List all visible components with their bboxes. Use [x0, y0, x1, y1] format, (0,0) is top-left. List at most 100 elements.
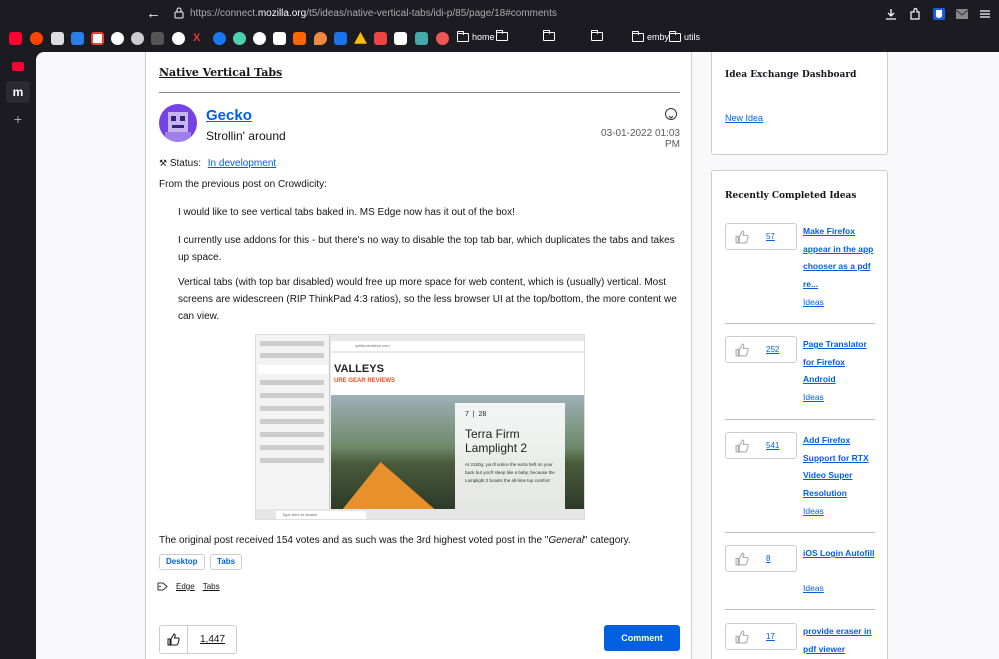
tag-row: Edge Tabs: [157, 582, 220, 591]
bookmark-icon[interactable]: [253, 32, 266, 45]
hammer-icon: ⚒: [159, 158, 168, 168]
idea-category[interactable]: Ideas: [803, 392, 824, 402]
bookmark-folder[interactable]: home: [457, 30, 495, 42]
bookmark-folder[interactable]: [591, 30, 606, 41]
extensions-icon[interactable]: [908, 7, 922, 21]
bookmark-folder[interactable]: [543, 30, 558, 41]
folder-icon: [457, 30, 469, 42]
label-chip[interactable]: Tabs: [210, 554, 243, 570]
idea-post: Native Vertical Tabs Gecko Strollin' aro…: [145, 52, 692, 659]
tag-icon: [157, 582, 168, 591]
download-icon[interactable]: [884, 7, 898, 21]
post-outro: The original post received 154 votes and…: [159, 535, 631, 546]
idea-link[interactable]: iOS Login Autofill: [803, 545, 878, 563]
kudos-count[interactable]: 252: [766, 345, 796, 354]
thumbs-up-icon: [735, 343, 749, 357]
mail-icon[interactable]: [955, 7, 969, 21]
bookmark-icon[interactable]: [314, 32, 327, 45]
bookmark-icon[interactable]: [415, 32, 428, 45]
kudos-button[interactable]: 8: [725, 545, 797, 572]
bookmark-folder[interactable]: [496, 30, 511, 41]
bookmarks-toolbar: X home emby utils: [0, 29, 999, 49]
kudos-count[interactable]: 8: [766, 554, 796, 563]
screenshot-header: VALLEYS URE GEAR REVIEWS: [331, 353, 584, 395]
kudos-count[interactable]: 57: [766, 232, 796, 241]
add-panel-icon[interactable]: +: [6, 108, 30, 130]
apple-icon[interactable]: [131, 32, 144, 45]
idea-link[interactable]: Make Firefox appear in the app chooser a…: [803, 223, 878, 293]
dashboard-title: Idea Exchange Dashboard: [725, 70, 857, 80]
kudos-button[interactable]: 252: [725, 336, 797, 363]
thumbs-up-icon: [735, 439, 749, 453]
embedded-screenshot[interactable]: splitandvalleys.com VALLEYS URE GEAR REV…: [255, 334, 585, 520]
kudos-count[interactable]: 17: [766, 632, 796, 641]
bookmark-icon[interactable]: [233, 32, 246, 45]
bookmark-icon[interactable]: [172, 32, 185, 45]
idea-category[interactable]: Ideas: [803, 297, 824, 307]
new-idea-link[interactable]: New Idea: [725, 113, 763, 123]
idea-link[interactable]: provide eraser in pdf viewer: [803, 623, 878, 658]
bookmark-icon[interactable]: [394, 32, 407, 45]
bookmark-icon[interactable]: [51, 32, 64, 45]
avatar[interactable]: [159, 104, 197, 142]
lock-icon: [174, 7, 184, 19]
idea-link[interactable]: Page Translator for Firefox Android: [803, 336, 878, 389]
comment-button[interactable]: Comment: [604, 625, 680, 651]
bookmark-icon[interactable]: [374, 32, 387, 45]
thumbs-up-icon: [735, 552, 749, 566]
kudos-count[interactable]: 1,447: [200, 634, 225, 645]
youtube-icon[interactable]: [6, 55, 30, 77]
x-icon[interactable]: X: [193, 32, 206, 45]
kudos-box: 1,447: [159, 625, 237, 654]
kudos-count[interactable]: 541: [766, 441, 796, 450]
bookmark-icon[interactable]: [151, 32, 164, 45]
menu-icon[interactable]: [978, 7, 992, 21]
quote-paragraph: Vertical tabs (with top bar disabled) wo…: [178, 277, 677, 322]
bookmark-icon[interactable]: [273, 32, 286, 45]
kudos-button[interactable]: 17: [725, 623, 797, 650]
folder-icon: [591, 30, 603, 41]
mozilla-icon[interactable]: m: [6, 81, 30, 103]
github-icon[interactable]: [111, 32, 124, 45]
kudos-button[interactable]: 57: [725, 223, 797, 250]
completed-title: Recently Completed Ideas: [725, 191, 857, 201]
tag-link[interactable]: Tabs: [203, 582, 220, 591]
completed-ideas-card: Recently Completed Ideas 57 Make Firefox…: [711, 170, 888, 659]
gmail-icon[interactable]: [91, 32, 104, 45]
idea-category[interactable]: Ideas: [803, 583, 824, 593]
bookmark-icon[interactable]: [293, 32, 306, 45]
back-arrow-icon[interactable]: ←: [146, 6, 162, 22]
reddit-icon[interactable]: [30, 32, 43, 45]
folder-icon: [496, 30, 508, 41]
status-link[interactable]: In development: [208, 158, 276, 169]
bookmark-icon[interactable]: [334, 32, 347, 45]
divider: [159, 92, 680, 93]
bookmark-folder[interactable]: emby: [632, 30, 669, 42]
bookmark-folder[interactable]: utils: [669, 30, 700, 42]
bookmark-icon[interactable]: [436, 32, 449, 45]
idea-link[interactable]: Add Firefox Support for RTX Video Super …: [803, 432, 878, 502]
label-chip[interactable]: Desktop: [159, 554, 205, 570]
author-rank: Strollin' around: [206, 129, 286, 143]
screenshot-taskbar: Type here to search: [256, 509, 584, 519]
status-row: ⚒ Status: In development: [159, 158, 276, 169]
drive-icon[interactable]: [354, 32, 367, 44]
folder-icon: [632, 30, 644, 42]
kudos-button[interactable]: 541: [725, 432, 797, 459]
thumbs-up-button[interactable]: [160, 626, 188, 653]
dashboard-card: Idea Exchange Dashboard New Idea: [711, 52, 888, 155]
post-title[interactable]: Native Vertical Tabs: [159, 66, 282, 79]
bitwarden-icon[interactable]: [932, 7, 946, 21]
options-menu[interactable]: [665, 108, 677, 120]
page-content: Native Vertical Tabs Gecko Strollin' aro…: [36, 52, 999, 659]
url-text[interactable]: https://connect.mozilla.org/t5/ideas/nat…: [190, 8, 557, 19]
author-name[interactable]: Gecko: [206, 107, 252, 124]
divider: [725, 532, 875, 533]
idea-category[interactable]: Ideas: [803, 506, 824, 516]
bookmark-icon[interactable]: [71, 32, 84, 45]
facebook-icon[interactable]: [213, 32, 226, 45]
url-bar[interactable]: ← https://connect.mozilla.org/t5/ideas/n…: [0, 0, 999, 28]
divider: [725, 419, 875, 420]
quote-paragraph: I currently use addons for this - but th…: [178, 235, 675, 263]
tag-link[interactable]: Edge: [176, 582, 195, 591]
